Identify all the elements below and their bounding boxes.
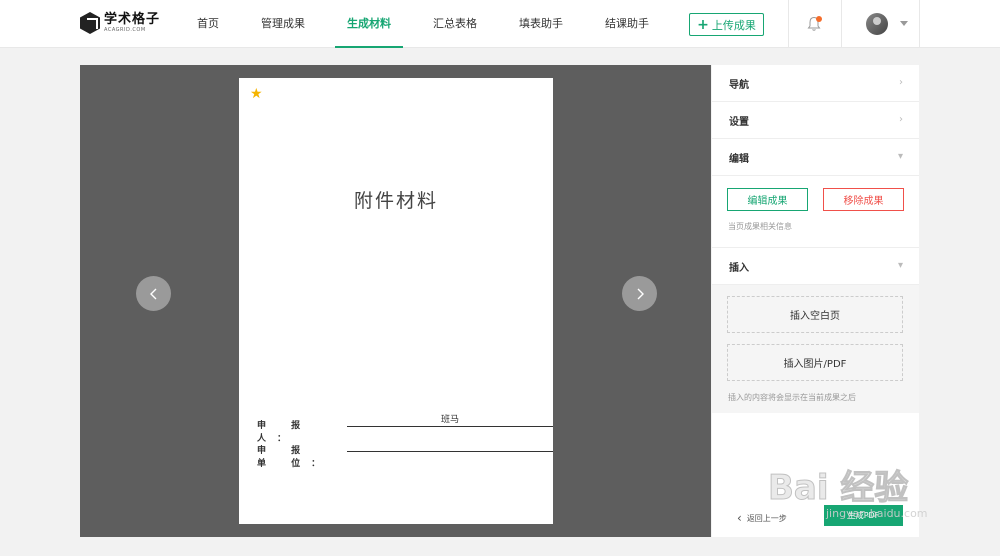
upload-label: 上传成果 [711,18,756,32]
panel-section-insert[interactable]: 插入 ▾ [712,248,919,285]
nav-home[interactable]: 首页 [185,0,231,48]
chevron-right-icon: › [899,77,903,88]
upload-results-button[interactable]: + 上传成果 [689,13,764,36]
chevron-right-icon: › [899,114,903,125]
navigation-label: 导航 [729,79,749,91]
page-title: 附件材料 [353,190,438,212]
back-button[interactable]: ‹ 返回上一步 [737,511,787,525]
unit-label: 申 报 单 位： [257,446,332,469]
chevron-down-icon: ▾ [897,151,903,162]
next-page-button[interactable] [622,276,657,311]
document-page: ★ 附件材料 申 报 人： 班马 申 报 单 位： [239,78,553,524]
prev-page-button[interactable] [136,276,171,311]
top-header: 学术格子 ACAGRID.COM 首页 管理成果 生成材料 汇总表格 填表助手 … [0,0,1000,48]
logo[interactable]: 学术格子 ACAGRID.COM [80,12,160,34]
remove-result-button[interactable]: 移除成果 [823,188,904,211]
header-divider [841,0,842,48]
logo-name: 学术格子 [104,12,161,27]
chevron-down-icon: ▾ [897,260,903,271]
panel-section-navigation[interactable]: 导航 › [712,65,919,102]
insert-blank-page-button[interactable]: 插入空白页 [727,296,903,333]
panel-section-settings[interactable]: 设置 › [712,102,919,139]
insert-hint: 插入的内容将会显示在当前成果之后 [728,393,856,402]
chevron-right-icon [637,288,644,299]
nav-course-assistant[interactable]: 结课助手 [593,0,661,48]
chevron-left-icon: ‹ [737,511,742,525]
edit-result-button[interactable]: 编辑成果 [727,188,808,211]
plus-icon: + [697,16,709,33]
chevron-left-icon [149,288,156,299]
chevron-down-icon[interactable] [900,21,908,26]
side-panel: 导航 › 设置 › 编辑 ▾ 编辑成果 移除成果 当页成果相关信息 插入 ▾ 插… [712,65,919,537]
unit-value [347,440,553,452]
unit-field: 申 报 单 位： [257,443,553,469]
document-viewer: ★ 附件材料 申 报 人： 班马 申 报 单 位： [80,65,711,537]
header-divider [919,0,920,48]
header-divider [788,0,789,48]
logo-icon [80,12,100,34]
applicant-value: 班马 [347,415,553,427]
panel-section-edit[interactable]: 编辑 ▾ [712,139,919,176]
generate-pdf-button[interactable]: 生成PDF [824,505,903,526]
notification-dot [816,16,822,22]
edit-hint: 当页成果相关信息 [728,222,792,231]
insert-label: 插入 [729,262,749,274]
settings-label: 设置 [729,116,749,128]
nav-summary-tables[interactable]: 汇总表格 [421,0,489,48]
applicant-field: 申 报 人： 班马 [257,415,553,444]
nav-manage-results[interactable]: 管理成果 [249,0,317,48]
main-nav: 首页 管理成果 生成材料 汇总表格 填表助手 结课助手 [185,0,679,48]
insert-image-pdf-button[interactable]: 插入图片/PDF [727,344,903,381]
edit-label: 编辑 [729,153,749,165]
logo-subtitle: ACAGRID.COM [104,27,146,33]
nav-generate-materials[interactable]: 生成材料 [335,0,403,48]
nav-form-assistant[interactable]: 填表助手 [507,0,575,48]
star-icon[interactable]: ★ [250,87,263,101]
applicant-label: 申 报 人： [257,421,312,444]
edit-area: 编辑成果 移除成果 当页成果相关信息 [712,176,919,248]
user-avatar[interactable] [866,13,888,35]
insert-area: 插入空白页 插入图片/PDF 插入的内容将会显示在当前成果之后 [712,285,919,413]
back-label: 返回上一步 [746,513,787,523]
